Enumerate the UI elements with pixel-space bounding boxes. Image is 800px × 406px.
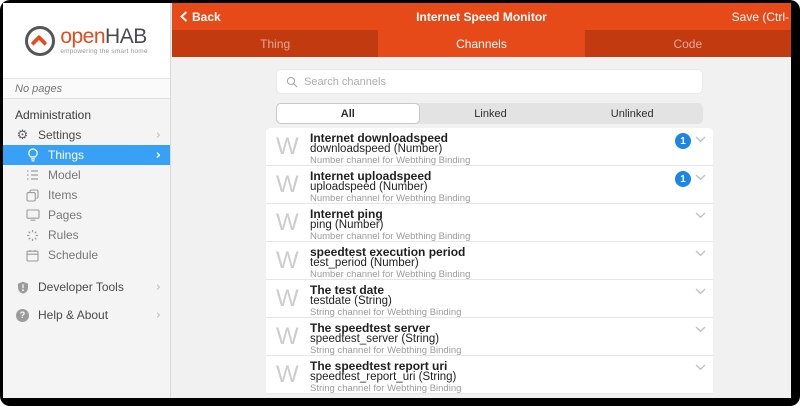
binding-avatar: W [276, 247, 298, 275]
sidebar-item-settings[interactable]: ⚙ Settings › [3, 125, 170, 145]
filter-linked[interactable]: Linked [420, 103, 562, 124]
channels-content: All Linked Unlinked W Internet downloads… [172, 57, 791, 398]
sidebar-item-label: Model [48, 168, 81, 182]
binding-avatar: W [276, 209, 298, 237]
chevron-down-icon[interactable] [695, 326, 706, 333]
back-chevron-icon [180, 11, 188, 22]
binding-avatar: W [276, 171, 298, 199]
calendar-icon [24, 249, 41, 262]
filter-all[interactable]: All [276, 103, 420, 124]
chevron-down-icon[interactable] [695, 174, 706, 181]
sidebar-menu: Administration ⚙ Settings › Things › [3, 99, 170, 325]
items-copy-icon [24, 189, 41, 202]
search-bar [276, 69, 703, 94]
brand-name: openHAB [60, 26, 147, 47]
chevron-right-icon: › [156, 281, 161, 294]
sidebar-item-model[interactable]: Model [3, 165, 170, 185]
channel-row-uploadspeed[interactable]: W Internet uploadspeed uploadspeed (Numb… [266, 166, 713, 204]
channel-id: speedtest_server (String) [310, 333, 439, 345]
channel-list: W Internet downloadspeed downloadspeed (… [266, 128, 713, 394]
spark-icon [24, 229, 41, 242]
logo-area: openHAB empowering the smart home [3, 3, 170, 78]
channel-description: Number channel for Webthing Binding [310, 193, 470, 204]
sidebar-item-label: Settings [38, 128, 81, 142]
chevron-down-icon[interactable] [695, 212, 706, 219]
administration-section-label: Administration [3, 105, 170, 125]
tab-channels[interactable]: Channels [378, 30, 584, 57]
sidebar-item-rules[interactable]: Rules [3, 225, 170, 245]
channel-description: String channel for Webthing Binding [310, 307, 461, 318]
sidebar-item-label: Items [48, 188, 77, 202]
sidebar-item-items[interactable]: Items [3, 185, 170, 205]
channel-description: Number channel for Webthing Binding [310, 155, 470, 166]
sidebar-item-schedule[interactable]: Schedule [3, 245, 170, 265]
save-button[interactable]: Save (Ctrl- [732, 10, 789, 24]
sidebar-item-label: Pages [48, 208, 82, 222]
link-filter-segmented-control: All Linked Unlinked [276, 103, 703, 124]
channel-id: testdate (String) [310, 295, 392, 307]
lightbulb-icon [24, 148, 41, 162]
channel-id: speedtest_report_uri (String) [310, 371, 456, 383]
sidebar-item-label: Help & About [38, 308, 108, 322]
sidebar: openHAB empowering the smart home No pag… [3, 3, 171, 398]
chevron-right-icon: › [156, 129, 161, 142]
search-icon [286, 76, 298, 88]
search-input[interactable] [304, 76, 693, 88]
sidebar-item-help-about[interactable]: ? Help & About › [3, 305, 170, 325]
app-window: openHAB empowering the smart home No pag… [3, 3, 791, 398]
linked-items-badge: 1 [675, 171, 691, 187]
channel-description: String channel for Webthing Binding [310, 345, 461, 356]
sidebar-item-pages[interactable]: Pages [3, 205, 170, 225]
linked-items-badge: 1 [675, 133, 691, 149]
binding-avatar: W [276, 133, 298, 161]
sidebar-item-label: Rules [48, 228, 79, 242]
channel-description: Number channel for Webthing Binding [310, 269, 470, 280]
openhab-logo-icon [25, 26, 55, 56]
channel-row-testdate[interactable]: W The test date testdate (String) String… [266, 280, 713, 318]
sidebar-item-things[interactable]: Things › [3, 145, 170, 165]
channel-row-ping[interactable]: W Internet ping ping (Number) Number cha… [266, 204, 713, 242]
navbar: Back Internet Speed Monitor Save (Ctrl- [172, 3, 791, 30]
channel-id: uploadspeed (Number) [310, 181, 428, 193]
main-area: Back Internet Speed Monitor Save (Ctrl- … [172, 3, 791, 398]
channel-row-speedtest-server[interactable]: W The speedtest server speedtest_server … [266, 318, 713, 356]
gear-icon: ⚙ [14, 129, 31, 142]
channel-row-test-period[interactable]: W speedtest execution period test_period… [266, 242, 713, 280]
back-button[interactable]: Back [180, 10, 221, 24]
channel-id: ping (Number) [310, 219, 384, 231]
model-tree-icon [24, 169, 41, 181]
sidebar-item-label: Things [48, 148, 84, 162]
tab-code[interactable]: Code [585, 30, 791, 57]
brand-tagline: empowering the smart home [60, 49, 147, 56]
binding-avatar: W [276, 285, 298, 313]
chevron-down-icon[interactable] [695, 250, 706, 257]
tab-thing[interactable]: Thing [172, 30, 378, 57]
tab-bar: Thing Channels Code [172, 30, 791, 57]
sidebar-item-label: Developer Tools [38, 280, 124, 294]
filter-unlinked[interactable]: Unlinked [561, 103, 703, 124]
chevron-down-icon[interactable] [695, 288, 706, 295]
app-window-frame: openHAB empowering the smart home No pag… [0, 0, 800, 406]
chevron-right-icon: › [156, 149, 161, 162]
sidebar-item-developer-tools[interactable]: Developer Tools › [3, 277, 170, 297]
page-title: Internet Speed Monitor [172, 10, 791, 24]
sidebar-item-label: Schedule [48, 248, 98, 262]
openhab-logo: openHAB empowering the smart home [25, 26, 147, 56]
display-icon [24, 209, 41, 221]
channel-row-downloadspeed[interactable]: W Internet downloadspeed downloadspeed (… [266, 128, 713, 166]
binding-avatar: W [276, 361, 298, 389]
back-label: Back [192, 10, 221, 24]
binding-avatar: W [276, 323, 298, 351]
channel-description: Number channel for Webthing Binding [310, 231, 470, 242]
chevron-right-icon: › [156, 309, 161, 322]
channel-id: downloadspeed (Number) [310, 143, 442, 155]
channel-row-speedtest-report-uri[interactable]: W The speedtest report uri speedtest_rep… [266, 356, 713, 394]
channel-id: test_period (Number) [310, 257, 419, 269]
channel-description: String channel for Webthing Binding [310, 383, 461, 394]
no-pages-label: No pages [3, 78, 170, 99]
help-question-icon: ? [14, 309, 31, 322]
shield-exclamation-icon [14, 281, 31, 294]
chevron-down-icon[interactable] [695, 364, 706, 371]
chevron-down-icon[interactable] [695, 136, 706, 143]
